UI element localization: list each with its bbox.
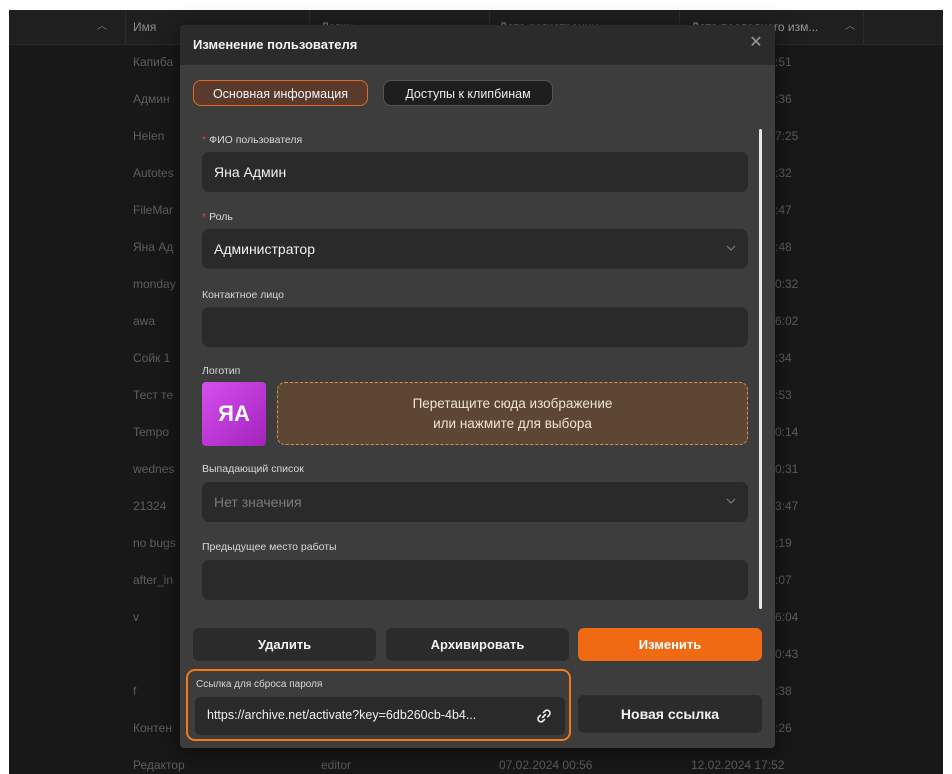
close-icon[interactable]: ✕ (746, 33, 766, 53)
tab-main-info[interactable]: Основная информация (193, 80, 368, 106)
archive-button[interactable]: Архивировать (386, 628, 569, 661)
password-reset-section: Ссылка для сброса пароля https://archive… (186, 669, 571, 741)
scrollbar[interactable] (759, 129, 762, 609)
role-value: Администратор (214, 241, 316, 257)
modal-header: Изменение пользователя ✕ (180, 25, 775, 65)
role-label: * Роль (202, 211, 233, 223)
link-icon[interactable] (534, 706, 554, 726)
fio-label-text: ФИО пользователя (209, 134, 303, 146)
fio-label: * ФИО пользователя (202, 134, 302, 146)
required-mark: * (202, 134, 207, 146)
chevron-down-icon (726, 498, 736, 504)
tab-clipbin-access[interactable]: Доступы к клипбинам (383, 80, 553, 106)
avatar: ЯА (202, 382, 266, 446)
chevron-down-icon (726, 245, 736, 251)
role-label-text: Роль (209, 211, 233, 223)
dropzone-text-line1: Перетащите сюда изображение (412, 396, 613, 411)
contact-field[interactable] (202, 307, 748, 347)
role-select[interactable]: Администратор (202, 229, 748, 269)
logo-dropzone[interactable]: Перетащите сюда изображение или нажмите … (277, 382, 748, 445)
dropzone-text-line2: или нажмите для выбора (433, 416, 592, 431)
prev-job-field[interactable] (202, 560, 748, 600)
required-mark: * (202, 211, 207, 223)
dropdown-select[interactable]: Нет значения (202, 482, 748, 522)
dropdown-label: Выпадающий список (202, 463, 304, 475)
reset-link-url: https://archive.net/activate?key=6db260c… (207, 708, 477, 722)
prev-job-label: Предыдущее место работы (202, 541, 337, 553)
dropdown-placeholder: Нет значения (214, 494, 302, 510)
change-button[interactable]: Изменить (578, 628, 762, 661)
modal-title: Изменение пользователя (193, 37, 358, 52)
fio-field[interactable]: Яна Админ (202, 152, 748, 192)
contact-label: Контактное лицо (202, 289, 284, 301)
modal-overlay: Изменение пользователя ✕ Основная информ… (0, 0, 952, 774)
delete-button[interactable]: Удалить (193, 628, 376, 661)
reset-link-label: Ссылка для сброса пароля (196, 679, 323, 690)
edit-user-modal: Изменение пользователя ✕ Основная информ… (180, 25, 775, 748)
reset-link-field[interactable]: https://archive.net/activate?key=6db260c… (195, 697, 565, 735)
logo-label: Логотип (202, 365, 241, 377)
new-link-button[interactable]: Новая ссылка (578, 695, 762, 733)
fio-value: Яна Админ (214, 164, 287, 180)
